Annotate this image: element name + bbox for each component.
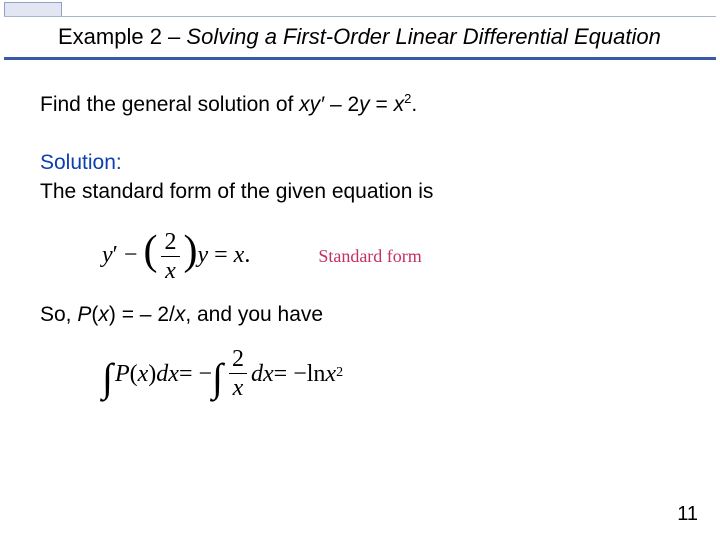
solution-label: Solution:: [40, 149, 680, 177]
problem-statement: Find the general solution of xy′ – 2y = …: [40, 90, 680, 119]
eq2-rpar: ): [148, 358, 156, 390]
eq2-dx2: dx: [251, 358, 274, 390]
eq1-lparen: (: [143, 228, 157, 274]
eq1-dot: .: [244, 242, 250, 268]
so-tail: , and you have: [185, 303, 323, 326]
slide-title: Example 2 – Solving a First-Order Linear…: [58, 24, 661, 50]
eq2-eq1: = −: [179, 358, 212, 390]
solution-block: Solution: The standard form of the given…: [40, 149, 680, 206]
title-banner: Example 2 – Solving a First-Order Linear…: [4, 16, 716, 60]
equation-integral: ∫ P(x) dx = − ∫ 2x dx = −ln x2: [102, 347, 680, 400]
so-x: x: [98, 303, 109, 326]
eq1-rhs: x: [234, 242, 245, 268]
eq1-annotation: Standard form: [318, 244, 421, 268]
prompt-lead: Find the general solution of: [40, 93, 299, 116]
prompt-mid: – 2: [324, 93, 359, 116]
page-number: 11: [677, 503, 698, 526]
so-lead: So,: [40, 303, 77, 326]
eq1-y: y: [102, 242, 113, 268]
title-sub: Solving a First-Order Linear Differentia…: [186, 24, 660, 49]
eq2-P: P: [115, 358, 130, 390]
eq1-minus: −: [118, 242, 144, 268]
eq1-eq: =: [208, 242, 234, 268]
title-bar: Example 2 – Solving a First-Order Linear…: [0, 0, 720, 62]
eq2-dx1: dx: [156, 358, 179, 390]
eq1-yv: y: [197, 242, 208, 268]
eq1-body: y′ − (2x)y = x.: [102, 230, 250, 283]
eq1-fraction: 2x: [160, 230, 180, 283]
so-rpar: ) = – 2/: [109, 303, 175, 326]
eq2-fraction: 2x: [228, 347, 248, 400]
so-P: P: [77, 303, 91, 326]
solution-line-1: The standard form of the given equation …: [40, 178, 680, 206]
prompt-x: x: [394, 93, 405, 116]
eq2-xr: x: [325, 358, 336, 390]
eq1-num: 2: [160, 230, 180, 256]
so-line: So, P(x) = – 2/x, and you have: [40, 301, 680, 329]
prompt-dot: .: [411, 93, 417, 116]
eq1-rparen: ): [183, 228, 197, 274]
prompt-y: y: [359, 93, 370, 116]
prompt-xy: xy: [299, 93, 320, 116]
so-x2: x: [175, 303, 186, 326]
prompt-eq: =: [370, 93, 394, 116]
eq2-eq2: = −ln: [274, 358, 326, 390]
equation-standard-form: y′ − (2x)y = x. Standard form: [102, 230, 680, 283]
eq2-exp: 2: [336, 364, 343, 383]
slide-content: Find the general solution of xy′ – 2y = …: [0, 62, 720, 400]
eq2-num: 2: [228, 347, 248, 373]
eq2-lpar: (: [130, 358, 138, 390]
eq2-den: x: [229, 373, 248, 400]
eq1-den: x: [161, 256, 180, 283]
title-prefix: Example 2 –: [58, 24, 180, 49]
eq2-x: x: [138, 358, 149, 390]
